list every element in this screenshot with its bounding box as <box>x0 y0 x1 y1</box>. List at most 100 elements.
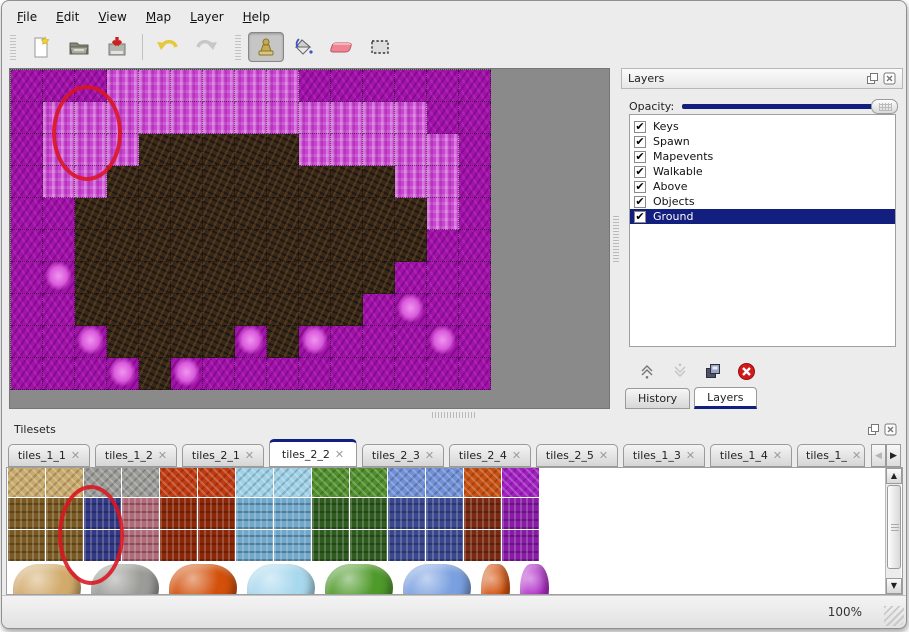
tileset-scrollbar[interactable]: ▲ ▼ <box>885 468 901 594</box>
map-tile[interactable] <box>459 134 491 166</box>
map-tile[interactable] <box>331 262 363 294</box>
map-tile[interactable] <box>11 102 43 134</box>
map-tile[interactable] <box>139 70 171 102</box>
tileset-tab-tiles_1_1[interactable]: tiles_1_1✕ <box>8 444 90 467</box>
map-tile[interactable] <box>11 198 43 230</box>
map-tile[interactable] <box>43 166 75 198</box>
tileset-tile[interactable] <box>312 530 350 562</box>
map-tile[interactable] <box>395 326 427 358</box>
layer-row-mapevents[interactable]: ✔Mapevents <box>630 149 895 164</box>
map-tile[interactable] <box>75 198 107 230</box>
map-tile[interactable] <box>331 134 363 166</box>
open-file-button[interactable] <box>61 32 97 62</box>
map-tile[interactable] <box>395 70 427 102</box>
map-tile[interactable] <box>459 230 491 262</box>
close-tab-icon[interactable]: ✕ <box>71 449 80 462</box>
map-tile[interactable] <box>427 134 459 166</box>
layer-checkbox[interactable]: ✔ <box>634 136 646 148</box>
map-tile[interactable] <box>107 198 139 230</box>
map-tile[interactable] <box>75 262 107 294</box>
tileset-tab-tiles_2_3[interactable]: tiles_2_3✕ <box>362 444 444 467</box>
map-tile[interactable] <box>107 166 139 198</box>
map-tile[interactable] <box>363 70 395 102</box>
map-tile[interactable] <box>459 198 491 230</box>
map-tile[interactable] <box>363 134 395 166</box>
map-tile[interactable] <box>107 102 139 134</box>
map-tile[interactable] <box>459 102 491 134</box>
map-tile[interactable] <box>459 294 491 326</box>
layer-checkbox[interactable]: ✔ <box>634 211 646 223</box>
map-tile[interactable] <box>363 262 395 294</box>
eraser-tool-button[interactable] <box>324 32 360 62</box>
close-tab-icon[interactable]: ✕ <box>852 449 861 462</box>
map-tile[interactable] <box>11 262 43 294</box>
map-tile[interactable] <box>331 102 363 134</box>
layer-checkbox[interactable]: ✔ <box>634 121 646 133</box>
tileset-blob-tile[interactable] <box>91 564 159 595</box>
menu-help[interactable]: Help <box>238 7 275 29</box>
map-tile[interactable] <box>235 262 267 294</box>
tileset-tab-tiles_1_4[interactable]: tiles_1_4✕ <box>710 444 792 467</box>
tileset-tile[interactable] <box>236 498 274 530</box>
tileset-tab-tiles_2_4[interactable]: tiles_2_4✕ <box>449 444 531 467</box>
tileset-grid[interactable] <box>8 468 554 595</box>
map-tile[interactable] <box>331 166 363 198</box>
tileset-tile[interactable] <box>502 468 540 498</box>
tileset-tile[interactable] <box>46 498 84 530</box>
map-tile[interactable] <box>459 262 491 294</box>
map-tile[interactable] <box>363 198 395 230</box>
map-tile[interactable] <box>299 166 331 198</box>
map-tile[interactable] <box>203 326 235 358</box>
close-tab-icon[interactable]: ✕ <box>599 449 608 462</box>
map-tile[interactable] <box>43 134 75 166</box>
map-tile[interactable] <box>139 134 171 166</box>
new-file-button[interactable] <box>23 32 59 62</box>
tileset-tile[interactable] <box>464 530 502 562</box>
tileset-tile[interactable] <box>160 530 198 562</box>
map-tile[interactable] <box>107 70 139 102</box>
tileset-tab-tiles_2_1[interactable]: tiles_2_1✕ <box>182 444 264 467</box>
map-tile[interactable] <box>11 134 43 166</box>
tileset-tile[interactable] <box>84 468 122 498</box>
map-tile[interactable] <box>203 358 235 390</box>
map-tile[interactable] <box>299 294 331 326</box>
close-tab-icon[interactable]: ✕ <box>335 448 344 461</box>
map-tile[interactable] <box>459 358 491 390</box>
tileset-blob-tile[interactable] <box>247 564 315 595</box>
vertical-splitter[interactable] <box>611 68 621 409</box>
map-tile[interactable] <box>395 102 427 134</box>
map-viewport[interactable] <box>9 68 610 409</box>
map-tile[interactable] <box>75 358 107 390</box>
map-tile[interactable] <box>235 70 267 102</box>
tileset-tile[interactable] <box>160 468 198 498</box>
map-tile[interactable] <box>267 134 299 166</box>
tileset-tile[interactable] <box>388 498 426 530</box>
toolbar-grip[interactable] <box>10 34 16 60</box>
map-tile[interactable] <box>299 102 331 134</box>
scroll-down-button[interactable]: ▼ <box>886 578 902 594</box>
map-tile[interactable] <box>203 262 235 294</box>
map-tile[interactable] <box>427 70 459 102</box>
resize-grip[interactable] <box>884 606 904 626</box>
tileset-tile[interactable] <box>236 468 274 498</box>
map-tile[interactable] <box>139 262 171 294</box>
map-tile[interactable] <box>395 166 427 198</box>
map-tile[interactable] <box>299 326 331 358</box>
map-tile[interactable] <box>107 294 139 326</box>
tileset-tile[interactable] <box>198 468 236 498</box>
dock-tab-layers[interactable]: Layers <box>694 387 756 409</box>
tileset-tile[interactable] <box>274 530 312 562</box>
map-tile[interactable] <box>427 198 459 230</box>
map-tile[interactable] <box>363 326 395 358</box>
tileset-blob-tile[interactable] <box>520 564 549 595</box>
float-tilesets-button[interactable] <box>867 423 880 436</box>
tileset-tile[interactable] <box>46 530 84 562</box>
map-tile[interactable] <box>331 230 363 262</box>
map-tile[interactable] <box>139 230 171 262</box>
map-tile[interactable] <box>235 102 267 134</box>
map-tile[interactable] <box>395 294 427 326</box>
map-tile[interactable] <box>427 326 459 358</box>
close-tilesets-button[interactable] <box>884 423 897 436</box>
map-tile[interactable] <box>43 102 75 134</box>
map-tile[interactable] <box>235 230 267 262</box>
